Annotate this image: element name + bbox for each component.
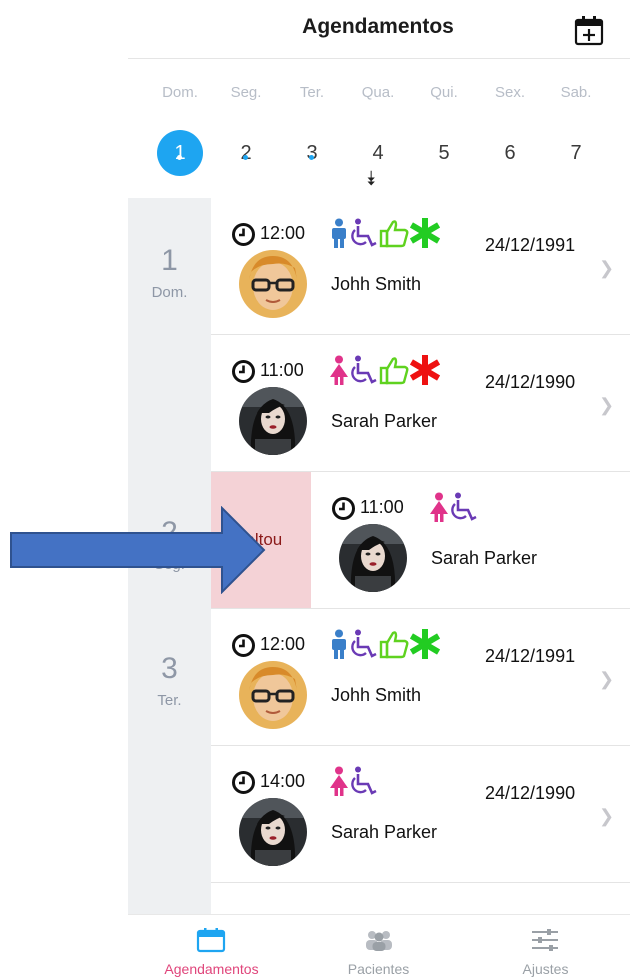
sidebar-day-number: 3 xyxy=(161,652,178,685)
wheelchair-icon xyxy=(350,629,378,664)
sidebar-day-weekday: Dom. xyxy=(151,284,188,301)
patient-name: Sarah Parker xyxy=(431,548,538,568)
wheelchair-icon xyxy=(350,218,378,253)
calendar-icon xyxy=(196,928,226,953)
appointment-time: 11:00 xyxy=(360,497,404,517)
female-icon xyxy=(329,355,349,390)
asterisk-icon xyxy=(409,353,441,390)
appointment-content: 14:00 Sarah Parker 24/12/1990 ❯ xyxy=(211,746,630,882)
appointment-content: 12:00 Johh Smith 24/12/1991 ❯ xyxy=(211,609,630,745)
avatar xyxy=(239,798,307,866)
settings-sliders-icon xyxy=(532,929,558,951)
weekday-label: Dom. xyxy=(162,84,198,101)
appointment-time: 12:00 xyxy=(260,634,306,654)
appointment-date: 24/12/1990 xyxy=(485,783,576,803)
page-title: Agendamentos xyxy=(302,15,454,38)
wheelchair-icon xyxy=(350,355,378,390)
weekday-label: Qua. xyxy=(361,84,395,101)
day-number[interactable]: 3 xyxy=(289,130,335,176)
wheelchair-icon xyxy=(350,766,378,801)
tab-agendamentos[interactable]: Agendamentos xyxy=(128,915,295,978)
clock-icon xyxy=(331,496,356,526)
asterisk-icon xyxy=(409,627,441,664)
patient-name: Sarah Parker xyxy=(331,411,438,431)
patient-name: Sarah Parker xyxy=(331,822,438,842)
asterisk-icon xyxy=(409,216,441,253)
weekday-label: Ter. xyxy=(299,84,325,101)
patient-status-icons xyxy=(329,353,441,390)
appointment-time: 14:00 xyxy=(260,771,306,791)
patient-status-icons xyxy=(429,492,478,526)
appointment-row[interactable]: 14:00 Sarah Parker 24/12/1990 ❯ xyxy=(211,746,630,883)
patient-status-icons xyxy=(329,216,441,253)
male-icon xyxy=(329,629,349,664)
weekday-label: Seg. xyxy=(230,84,262,101)
day-number[interactable]: 2 xyxy=(223,130,269,176)
appointment-date: 24/12/1991 xyxy=(485,646,576,666)
appointment-content: 12:00 Johh Smith 24/12/1991 ❯ xyxy=(211,198,630,334)
appointment-indicator-dot xyxy=(177,155,182,160)
appointment-date: 24/12/1991 xyxy=(485,235,576,255)
avatar xyxy=(339,524,407,592)
thumbs-up-icon xyxy=(379,218,409,253)
thumbs-up-icon xyxy=(379,629,409,664)
appointment-time: 12:00 xyxy=(260,223,306,243)
avatar xyxy=(239,661,307,729)
weekday-label: Qui. xyxy=(430,84,458,101)
appointment-row[interactable]: 11:00 Sarah Parker 24/12/1990 ❯ xyxy=(211,335,630,472)
avatar xyxy=(239,250,307,318)
header-divider xyxy=(128,58,630,59)
expand-calendar-icon[interactable]: ⯯ xyxy=(365,168,377,191)
appointment-time: 11:00 xyxy=(260,360,304,380)
clock-icon xyxy=(231,222,256,252)
day-number[interactable]: 5 xyxy=(421,130,467,176)
annotation-arrow xyxy=(10,506,266,594)
tab-label: Pacientes xyxy=(347,961,410,977)
patient-name: Johh Smith xyxy=(331,685,422,705)
appointment-row[interactable]: Faltou 11:00 Sarah Parker 24/12 xyxy=(211,472,630,609)
weekday-label: Sab. xyxy=(560,84,592,101)
male-icon xyxy=(329,218,349,253)
wheelchair-icon xyxy=(450,492,478,527)
day-number-selected[interactable]: 1 xyxy=(157,130,203,176)
calendar-add-icon[interactable] xyxy=(573,14,605,46)
weekday-label: Sex. xyxy=(494,84,525,101)
chevron-right-icon: ❯ xyxy=(599,395,615,415)
sidebar-day-number: 1 xyxy=(161,244,178,277)
female-icon xyxy=(429,492,449,527)
patient-status-icons xyxy=(329,627,441,664)
clock-icon xyxy=(231,633,256,663)
appointment-list: 12:00 Johh Smith 24/12/1991 ❯ 11:00 Sara… xyxy=(211,198,630,883)
sidebar-day-weekday: Ter. xyxy=(157,692,182,709)
tab-label: Ajustes xyxy=(522,961,569,977)
clock-icon xyxy=(231,359,256,389)
day-number[interactable]: 6 xyxy=(487,130,533,176)
tab-pacientes[interactable]: Pacientes xyxy=(295,915,462,978)
chevron-right-icon: ❯ xyxy=(599,669,615,689)
appointment-indicator-dot xyxy=(309,155,314,160)
tab-ajustes[interactable]: Ajustes xyxy=(462,915,629,978)
female-icon xyxy=(329,766,349,801)
day-number[interactable]: 7 xyxy=(553,130,599,176)
thumbs-up-icon xyxy=(379,355,409,390)
patient-status-icons xyxy=(329,766,378,800)
appointment-content: 11:00 Sarah Parker 24/12/1990 ❯ xyxy=(211,335,630,471)
appointment-date: 24/12/1990 xyxy=(485,372,576,392)
patient-name: Johh Smith xyxy=(331,274,422,294)
chevron-right-icon: ❯ xyxy=(599,806,615,826)
patients-icon xyxy=(366,931,392,951)
chevron-right-icon: ❯ xyxy=(599,258,615,278)
appointment-row[interactable]: 12:00 Johh Smith 24/12/1991 ❯ xyxy=(211,198,630,335)
appointment-content: 11:00 Sarah Parker 24/12 xyxy=(311,472,630,608)
tab-label: Agendamentos xyxy=(164,961,259,977)
tab-bar: Agendamentos Pacientes Ajustes xyxy=(128,914,630,978)
clock-icon xyxy=(231,770,256,800)
appointment-indicator-dot xyxy=(243,155,248,160)
day-number[interactable]: 4 xyxy=(355,130,401,176)
appointment-row[interactable]: 12:00 Johh Smith 24/12/1991 ❯ xyxy=(211,609,630,746)
avatar xyxy=(239,387,307,455)
